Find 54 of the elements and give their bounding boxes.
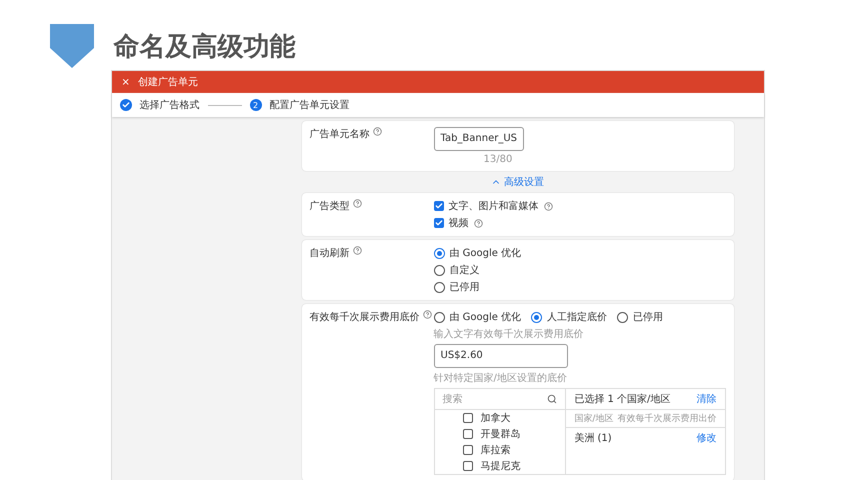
checkbox[interactable] bbox=[462, 461, 472, 471]
help-icon[interactable] bbox=[372, 127, 382, 136]
column-header: 有效每千次展示费用出价 bbox=[618, 412, 716, 425]
advanced-settings-link[interactable]: 高级设置 bbox=[491, 175, 544, 189]
selected-count: 已选择 1 个国家/地区 bbox=[574, 392, 670, 406]
help-icon[interactable] bbox=[422, 310, 432, 319]
field-label: 广告单元名称 bbox=[310, 127, 434, 165]
option-label: 自定义 bbox=[450, 264, 480, 277]
help-icon[interactable] bbox=[474, 218, 482, 228]
field-label: 广告类型 bbox=[310, 199, 434, 230]
edit-link[interactable]: 修改 bbox=[696, 431, 716, 445]
field-label: 自动刷新 bbox=[310, 246, 434, 294]
pentagon-arrow-icon bbox=[48, 22, 96, 70]
country-label[interactable]: 加拿大 bbox=[480, 411, 510, 425]
option-label: 由 Google 优化 bbox=[450, 310, 522, 324]
close-button[interactable]: × bbox=[122, 76, 130, 88]
clear-link[interactable]: 清除 bbox=[696, 392, 716, 406]
window-title: 创建广告单元 bbox=[138, 76, 198, 89]
radio-button[interactable] bbox=[434, 264, 444, 276]
country-label[interactable]: 马提尼克 bbox=[480, 459, 520, 473]
region-group[interactable]: 美洲 (1) bbox=[574, 431, 612, 445]
option-label: 人工指定底价 bbox=[547, 310, 608, 324]
search-icon[interactable] bbox=[547, 394, 558, 404]
option-label: 视频 bbox=[448, 216, 468, 230]
step-label[interactable]: 配置广告单元设置 bbox=[270, 98, 350, 112]
checkbox[interactable] bbox=[462, 413, 472, 423]
help-icon[interactable] bbox=[352, 246, 362, 255]
country-label[interactable]: 库拉索 bbox=[480, 443, 510, 457]
option-label: 由 Google 优化 bbox=[450, 246, 522, 260]
radio-button[interactable] bbox=[434, 282, 444, 292]
radio-button[interactable] bbox=[617, 312, 628, 322]
radio-button[interactable] bbox=[434, 248, 444, 258]
radio-button[interactable] bbox=[434, 312, 444, 322]
column-header: 国家/地区 bbox=[574, 412, 614, 425]
option-label: 文字、图片和富媒体 bbox=[448, 200, 538, 213]
checkbox[interactable] bbox=[462, 429, 472, 439]
country-label[interactable]: 开曼群岛 bbox=[480, 427, 520, 441]
checkbox[interactable] bbox=[434, 201, 444, 211]
char-counter: 13/80 bbox=[482, 154, 514, 165]
cpm-input[interactable]: US$2.60 bbox=[434, 344, 568, 368]
radio-button[interactable] bbox=[531, 312, 542, 322]
step-label[interactable]: 选择广告格式 bbox=[140, 98, 200, 112]
checkbox[interactable] bbox=[434, 218, 444, 228]
slide-title: 命名及高级功能 bbox=[114, 30, 296, 64]
step-number: 2 bbox=[250, 99, 262, 111]
option-label: 已停用 bbox=[450, 281, 480, 294]
input-hint: 输入文字有效每千次展示费用底价 bbox=[434, 328, 584, 341]
name-input[interactable]: Tab_Banner_US bbox=[434, 127, 524, 151]
help-icon[interactable] bbox=[352, 199, 362, 208]
option-label: 已停用 bbox=[633, 311, 664, 324]
field-label: 有效每千次展示费用底价 bbox=[310, 310, 434, 475]
region-hint: 针对特定国家/地区设置的底价 bbox=[434, 372, 568, 385]
checkbox[interactable] bbox=[462, 445, 472, 455]
help-icon[interactable] bbox=[544, 202, 552, 210]
